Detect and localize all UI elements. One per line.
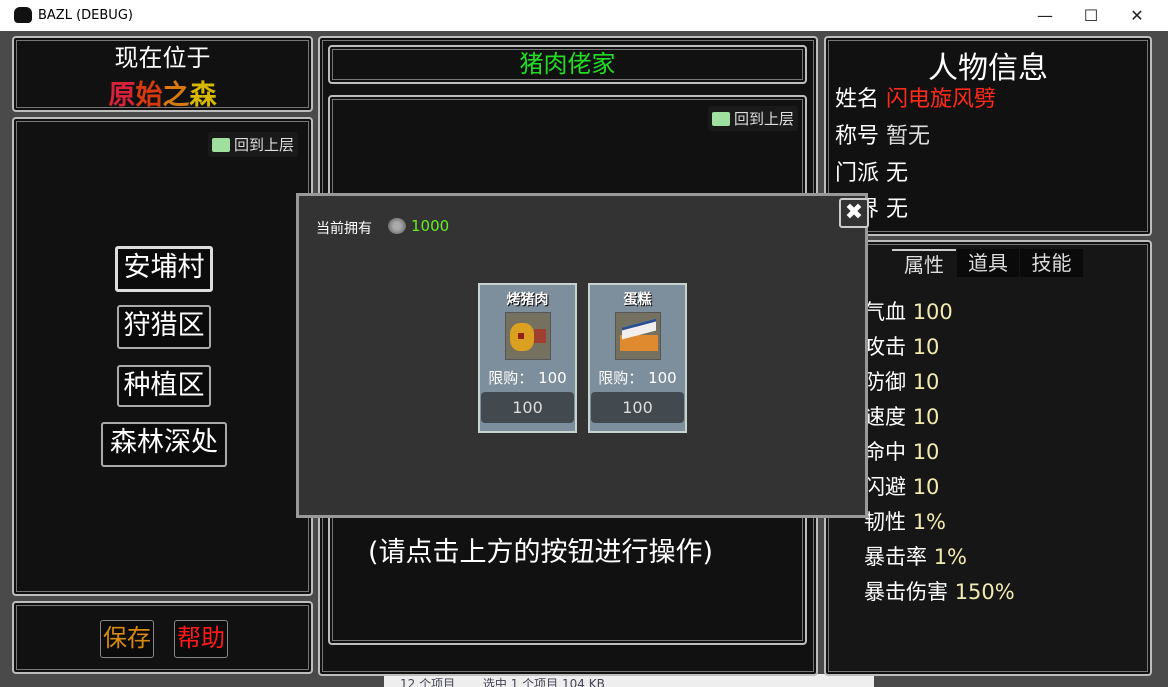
location-char: 之 bbox=[162, 80, 190, 111]
tab-skills[interactable]: 技能 bbox=[1020, 249, 1083, 277]
back-label: 回到上层 bbox=[234, 136, 295, 154]
stat-row: 攻击 10 bbox=[864, 331, 939, 361]
name-label: 姓名 bbox=[835, 87, 880, 112]
stat-label: 气血 bbox=[864, 300, 906, 324]
stat-row: 速度 10 bbox=[864, 401, 939, 431]
stat-label: 韧性 bbox=[864, 510, 906, 534]
item-name: 蛋糕 bbox=[623, 292, 652, 308]
status-item-count: 12 个项目 bbox=[400, 677, 456, 687]
stat-value: 1% bbox=[933, 545, 968, 569]
tab-items[interactable]: 道具 bbox=[957, 249, 1019, 277]
location-heading: 现在位于 bbox=[114, 44, 211, 72]
owned-label: 当前拥有 bbox=[316, 221, 372, 237]
coin-amount: 1000 bbox=[411, 217, 450, 235]
save-button[interactable]: 保存 bbox=[100, 620, 154, 658]
close-dialog-button[interactable]: ✖ bbox=[839, 198, 869, 228]
place-button-hunting-area[interactable]: 狩猎区 bbox=[117, 305, 211, 349]
stat-value: 100 bbox=[912, 300, 953, 324]
realm-value: 无 bbox=[886, 197, 909, 222]
stat-label: 攻击 bbox=[864, 335, 906, 359]
sect-value: 无 bbox=[886, 161, 909, 186]
app-cat-icon bbox=[14, 7, 32, 23]
stat-value: 10 bbox=[912, 335, 940, 359]
buy-price-button[interactable]: 100 bbox=[481, 392, 574, 423]
roast-pork-icon bbox=[505, 312, 551, 360]
purchase-limit: 限购： 100 bbox=[488, 369, 567, 387]
npc-title: 猪肉佬家 bbox=[519, 50, 616, 78]
back-button[interactable]: 回到上层 bbox=[708, 106, 799, 131]
location-char: 原 bbox=[108, 80, 136, 111]
window-title: BAZL (DEBUG) bbox=[38, 8, 133, 23]
close-window-button[interactable]: ✕ bbox=[1114, 0, 1160, 31]
stat-row: 暴击率 1% bbox=[864, 541, 967, 571]
back-button[interactable]: 回到上层 bbox=[208, 132, 299, 157]
exit-icon bbox=[712, 112, 730, 126]
stat-value: 1% bbox=[912, 510, 947, 534]
npc-title-box: 猪肉佬家 bbox=[328, 45, 807, 84]
location-name: 原始之森 bbox=[14, 73, 311, 112]
shop-item-roast-pork[interactable]: 烤猪肉 限购： 100 100 bbox=[478, 283, 577, 433]
exit-icon bbox=[212, 138, 230, 152]
maximize-button[interactable]: ☐ bbox=[1068, 0, 1114, 31]
stat-row: 命中 10 bbox=[864, 436, 939, 466]
shop-dialog: 当前拥有 1000 ✖ 烤猪肉 限购： 100 100 蛋糕 限购： 100 1… bbox=[296, 193, 869, 518]
status-selected: 选中 1 个项目 104 KB bbox=[482, 677, 605, 687]
stat-value: 10 bbox=[912, 405, 940, 429]
place-button-anpu-village[interactable]: 安埔村 bbox=[115, 246, 213, 292]
back-label: 回到上层 bbox=[734, 110, 795, 128]
stat-label: 命中 bbox=[864, 440, 906, 464]
bottom-actions-panel: 保存 帮助 bbox=[12, 601, 313, 674]
location-char: 始 bbox=[135, 80, 163, 111]
stat-value: 10 bbox=[912, 440, 940, 464]
cake-icon bbox=[615, 312, 661, 360]
stat-value: 10 bbox=[912, 475, 940, 499]
stat-value: 10 bbox=[912, 370, 940, 394]
title-value: 暂无 bbox=[886, 124, 931, 149]
stat-row: 韧性 1% bbox=[864, 506, 946, 536]
title-bar: BAZL (DEBUG) — ☐ ✕ bbox=[0, 0, 1168, 31]
stat-row: 防御 10 bbox=[864, 366, 939, 396]
item-name: 烤猪肉 bbox=[506, 292, 549, 308]
location-char: 森 bbox=[189, 80, 217, 111]
purchase-limit: 限购： 100 bbox=[598, 369, 677, 387]
stat-label: 暴击伤害 bbox=[864, 580, 948, 604]
stat-label: 闪避 bbox=[864, 475, 906, 499]
sect-label: 门派 bbox=[835, 161, 880, 186]
stat-row: 闪避 10 bbox=[864, 471, 939, 501]
stat-value: 150% bbox=[954, 580, 1015, 604]
name-value: 闪电旋风劈 bbox=[886, 87, 997, 112]
tab-attributes[interactable]: 属性 bbox=[892, 249, 956, 277]
stat-label: 防御 bbox=[864, 370, 906, 394]
character-info-panel: 人物信息 姓名 闪电旋风劈 称号 暂无 门派 无 境界 无 bbox=[824, 36, 1152, 236]
help-button[interactable]: 帮助 bbox=[174, 620, 228, 658]
stat-label: 暴击率 bbox=[864, 545, 927, 569]
buy-price-button[interactable]: 100 bbox=[591, 392, 684, 423]
place-button-planting-area[interactable]: 种植区 bbox=[117, 365, 211, 407]
stat-row: 气血 100 bbox=[864, 296, 953, 326]
stat-label: 速度 bbox=[864, 405, 906, 429]
stat-row: 暴击伤害 150% bbox=[864, 576, 1015, 606]
minimize-button[interactable]: — bbox=[1022, 0, 1068, 31]
coins-icon bbox=[388, 218, 406, 234]
location-panel: 现在位于 原始之森 bbox=[12, 36, 313, 112]
operation-hint: (请点击上方的按钮进行操作) bbox=[368, 537, 714, 568]
place-button-deep-forest[interactable]: 森林深处 bbox=[101, 422, 227, 467]
title-label: 称号 bbox=[835, 124, 880, 149]
shop-item-cake[interactable]: 蛋糕 限购： 100 100 bbox=[588, 283, 687, 433]
places-panel: 回到上层 安埔村 狩猎区 种植区 森林深处 bbox=[12, 117, 313, 596]
